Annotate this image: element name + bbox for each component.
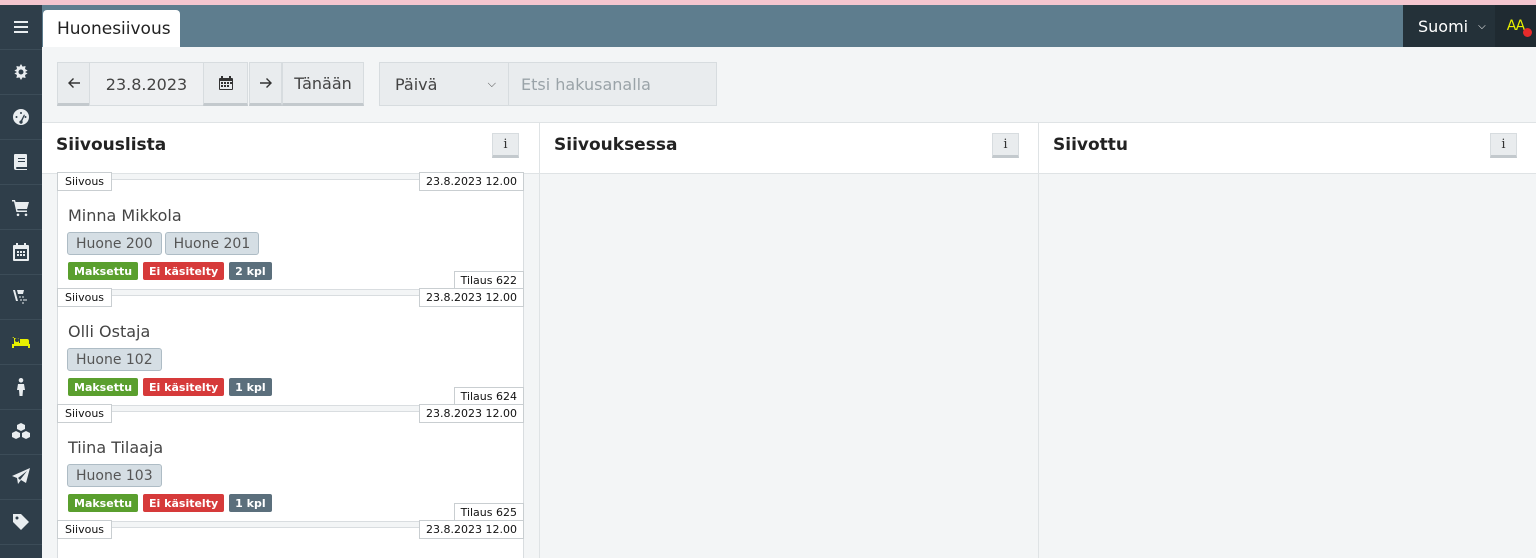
- cleaning-card[interactable]: Siivous 23.8.2023 12.00: [57, 520, 524, 558]
- info-icon: i: [1501, 137, 1506, 152]
- card-date-tag: 23.8.2023 12.00: [419, 172, 524, 191]
- card-type-tag: Siivous: [57, 172, 113, 191]
- sidebar-item-dashboard[interactable]: [0, 95, 42, 140]
- card-date-tag: 23.8.2023 12.00: [419, 288, 524, 307]
- chevron-down-icon: ⌵: [1478, 20, 1486, 32]
- user-avatar[interactable]: AA: [1495, 5, 1536, 47]
- room-chip: Huone 201: [164, 232, 260, 255]
- person-icon: [17, 378, 25, 396]
- top-header: Huonesiivous Suomi ⌵ AA: [42, 5, 1536, 47]
- room-chip: Huone 103: [67, 464, 162, 487]
- arrow-right-icon: [259, 78, 272, 88]
- status-badge: Ei käsitelty: [143, 262, 225, 280]
- quantity-badge: 2 kpl: [229, 262, 272, 280]
- today-button[interactable]: Tänään: [282, 62, 364, 106]
- sidebar-item-guests[interactable]: [0, 365, 42, 410]
- search-input[interactable]: Etsi hakusanalla: [508, 62, 717, 106]
- search-placeholder: Etsi hakusanalla: [521, 74, 651, 94]
- column-title: Siivouslista: [56, 135, 167, 155]
- payment-badge: Maksettu: [68, 494, 139, 512]
- card-date-tag: 23.8.2023 12.00: [419, 404, 524, 423]
- info-button[interactable]: i: [1490, 133, 1517, 158]
- language-select[interactable]: Suomi ⌵: [1403, 5, 1495, 47]
- card-type-tag: Siivous: [57, 520, 113, 539]
- customer-name: Olli Ostaja: [68, 322, 151, 341]
- shower-icon: [13, 290, 27, 304]
- book-icon: [14, 154, 27, 170]
- room-list: Huone 200 Huone 201: [67, 232, 260, 255]
- sidebar-item-pricing[interactable]: [0, 500, 42, 545]
- column-header: Siivottu i: [1039, 122, 1536, 174]
- column-header: Siivouksessa i: [540, 122, 1039, 174]
- card-type-tag: Siivous: [57, 288, 113, 307]
- customer-name: Tiina Tilaaja: [68, 438, 164, 457]
- column-title: Siivouksessa: [554, 135, 678, 155]
- quantity-badge: 1 kpl: [229, 378, 272, 396]
- tab-huonesiivous[interactable]: Huonesiivous: [43, 10, 180, 47]
- arrow-left-icon: [67, 78, 80, 88]
- card-date-tag: 23.8.2023 12.00: [419, 520, 524, 539]
- language-label: Suomi: [1418, 16, 1469, 36]
- room-list: Huone 103: [67, 464, 162, 487]
- calendar-icon: [218, 76, 233, 90]
- cubes-icon: [12, 423, 30, 439]
- sidebar-item-products[interactable]: [0, 410, 42, 455]
- status-badge: Ei käsitelty: [143, 494, 225, 512]
- sidebar-item-book[interactable]: [0, 140, 42, 185]
- badge-row: Maksettu Ei käsitelty 1 kpl: [68, 378, 272, 396]
- customer-name: Minna Mikkola: [68, 206, 182, 225]
- column-siivottu: Siivottu i: [1038, 122, 1536, 558]
- cart-icon: [12, 200, 29, 217]
- room-chip: Huone 102: [67, 348, 162, 371]
- sidebar-item-shower[interactable]: [0, 275, 42, 320]
- view-select-value: Päivä: [395, 74, 438, 94]
- room-chip: Huone 200: [67, 232, 162, 255]
- cleaning-card[interactable]: Siivous 23.8.2023 12.00 Minna Mikkola Hu…: [57, 172, 524, 290]
- calendar-icon: [13, 243, 29, 261]
- cleaning-card[interactable]: Siivous 23.8.2023 12.00 Tiina Tilaaja Hu…: [57, 404, 524, 522]
- menu-icon: [14, 21, 28, 33]
- settings-cog-icon: [14, 64, 28, 80]
- today-label: Tänään: [294, 73, 352, 93]
- date-value: 23.8.2023: [105, 74, 188, 94]
- column-header: Siivouslista i: [42, 122, 540, 174]
- info-icon: i: [503, 137, 508, 152]
- badge-row: Maksettu Ei käsitelty 2 kpl: [68, 262, 272, 280]
- dashboard-icon: [13, 109, 29, 125]
- paper-plane-icon: [12, 468, 30, 484]
- next-day-button[interactable]: [249, 62, 282, 106]
- sidebar: [0, 5, 42, 558]
- user-initials: AA: [1506, 18, 1526, 34]
- room-list: Huone 102: [67, 348, 162, 371]
- card-type-tag: Siivous: [57, 404, 113, 423]
- sidebar-menu-toggle[interactable]: [0, 5, 42, 50]
- sidebar-item-messages[interactable]: [0, 455, 42, 500]
- status-badge: Ei käsitelty: [143, 378, 225, 396]
- info-button[interactable]: i: [492, 133, 519, 158]
- quantity-badge: 1 kpl: [229, 494, 272, 512]
- previous-day-button[interactable]: [57, 62, 90, 106]
- sidebar-item-shop[interactable]: [0, 185, 42, 230]
- column-title: Siivottu: [1053, 135, 1129, 155]
- notification-dot-icon: [1523, 28, 1532, 37]
- payment-badge: Maksettu: [68, 262, 139, 280]
- info-button[interactable]: i: [992, 133, 1019, 158]
- info-icon: i: [1003, 137, 1008, 152]
- sidebar-item-calendar[interactable]: [0, 230, 42, 275]
- sidebar-item-settings[interactable]: [0, 50, 42, 95]
- badge-row: Maksettu Ei käsitelty 1 kpl: [68, 494, 272, 512]
- chevron-down-icon: ⌵: [487, 77, 496, 90]
- column-siivouksessa: Siivouksessa i: [539, 122, 1039, 558]
- calendar-button[interactable]: [203, 62, 248, 106]
- sidebar-item-housekeeping[interactable]: [0, 320, 42, 365]
- tab-label: Huonesiivous: [57, 18, 171, 39]
- tag-icon: [13, 514, 29, 530]
- cleaning-card[interactable]: Siivous 23.8.2023 12.00 Olli Ostaja Huon…: [57, 288, 524, 406]
- payment-badge: Maksettu: [68, 378, 139, 396]
- date-input[interactable]: 23.8.2023: [89, 62, 204, 106]
- bed-icon: [12, 337, 30, 348]
- view-select[interactable]: Päivä ⌵: [379, 62, 509, 106]
